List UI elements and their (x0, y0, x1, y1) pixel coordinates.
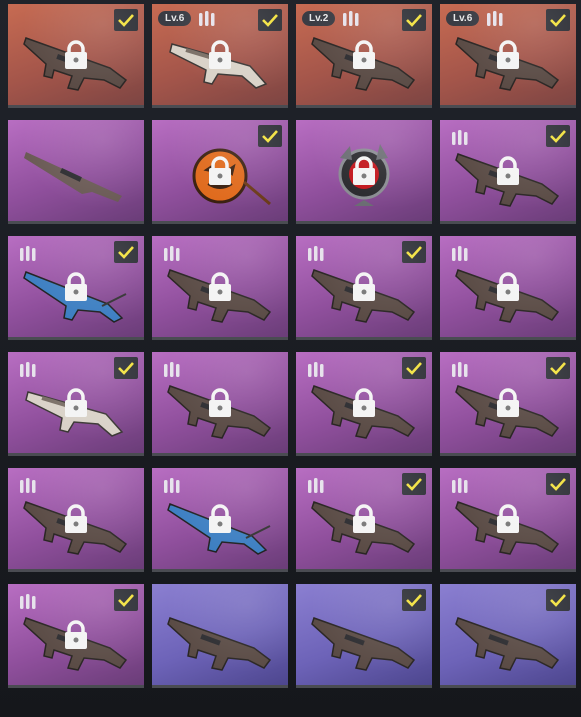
skin-card[interactable] (296, 236, 432, 340)
skin-card[interactable] (8, 4, 144, 108)
lock-icon (65, 272, 87, 301)
ammo-icon (308, 246, 324, 261)
lock-icon (497, 388, 519, 417)
lock-icon (497, 504, 519, 533)
skin-card[interactable]: Lv.6 (152, 4, 288, 108)
ammo-icon (452, 130, 468, 145)
assault-rifle-icon (455, 617, 560, 671)
lock-icon (209, 40, 231, 69)
checkmark-icon[interactable] (546, 473, 570, 495)
ammo-icon (199, 11, 215, 26)
lock-icon (209, 156, 231, 185)
lock-icon (209, 504, 231, 533)
ammo-icon (20, 594, 36, 609)
skin-card[interactable] (440, 468, 576, 572)
lock-icon (353, 40, 375, 69)
skin-card[interactable] (296, 584, 432, 688)
lock-icon (65, 620, 87, 649)
lock-icon (353, 156, 375, 185)
sniper-rifle-icon (24, 152, 122, 202)
skin-card[interactable] (440, 236, 576, 340)
ammo-icon (20, 246, 36, 261)
checkmark-icon[interactable] (258, 125, 282, 147)
lock-icon (65, 40, 87, 69)
skin-card[interactable] (296, 120, 432, 224)
checkmark-icon[interactable] (402, 9, 426, 31)
lock-icon (497, 156, 519, 185)
skin-card[interactable] (296, 468, 432, 572)
ammo-icon (308, 478, 324, 493)
lock-icon (497, 40, 519, 69)
level-badge: Lv.6 (158, 10, 192, 26)
level-badge: Lv.2 (302, 10, 336, 26)
card-badges: Lv.6 (158, 9, 217, 27)
checkmark-icon[interactable] (114, 357, 138, 379)
lock-icon (353, 272, 375, 301)
ammo-icon (452, 246, 468, 261)
skin-card[interactable]: Lv.6 (440, 4, 576, 108)
checkmark-icon[interactable] (402, 589, 426, 611)
ammo-icon (164, 362, 180, 377)
checkmark-icon[interactable] (402, 357, 426, 379)
assault-rifle-icon (167, 617, 272, 671)
skin-card[interactable] (152, 468, 288, 572)
lock-icon (353, 388, 375, 417)
skin-card[interactable] (440, 584, 576, 688)
skin-card[interactable] (8, 352, 144, 456)
lock-icon (353, 504, 375, 533)
checkmark-icon[interactable] (546, 589, 570, 611)
lock-icon (497, 272, 519, 301)
checkmark-icon[interactable] (258, 9, 282, 31)
skin-card[interactable] (440, 352, 576, 456)
checkmark-icon[interactable] (114, 9, 138, 31)
skin-card[interactable] (8, 236, 144, 340)
skin-card[interactable] (152, 352, 288, 456)
skin-card[interactable] (152, 236, 288, 340)
lock-icon (65, 388, 87, 417)
skin-card[interactable] (8, 120, 144, 224)
skin-card[interactable] (8, 468, 144, 572)
checkmark-icon[interactable] (402, 473, 426, 495)
skin-card[interactable]: Lv.2 (296, 4, 432, 108)
checkmark-icon[interactable] (114, 241, 138, 263)
lock-icon (65, 504, 87, 533)
level-badge: Lv.6 (446, 10, 480, 26)
ammo-icon (308, 362, 324, 377)
weapon-skin-grid: Lv.6 Lv.2 Lv.6 (0, 0, 581, 717)
ammo-icon (452, 362, 468, 377)
ammo-icon (164, 478, 180, 493)
checkmark-icon[interactable] (402, 241, 426, 263)
ammo-icon (452, 478, 468, 493)
assault-rifle-icon (311, 617, 416, 671)
lock-icon (209, 272, 231, 301)
ammo-icon (487, 11, 503, 26)
ammo-icon (20, 478, 36, 493)
checkmark-icon[interactable] (546, 125, 570, 147)
skin-card[interactable] (8, 584, 144, 688)
checkmark-icon[interactable] (546, 357, 570, 379)
checkmark-icon[interactable] (114, 589, 138, 611)
skin-card[interactable] (152, 584, 288, 688)
ammo-icon (343, 11, 359, 26)
ammo-icon (20, 362, 36, 377)
card-badges: Lv.2 (302, 9, 361, 27)
checkmark-icon[interactable] (546, 9, 570, 31)
lock-icon (209, 388, 231, 417)
card-badges: Lv.6 (446, 9, 505, 27)
skin-card[interactable] (440, 120, 576, 224)
skin-card[interactable] (152, 120, 288, 224)
skin-card[interactable] (296, 352, 432, 456)
ammo-icon (164, 246, 180, 261)
